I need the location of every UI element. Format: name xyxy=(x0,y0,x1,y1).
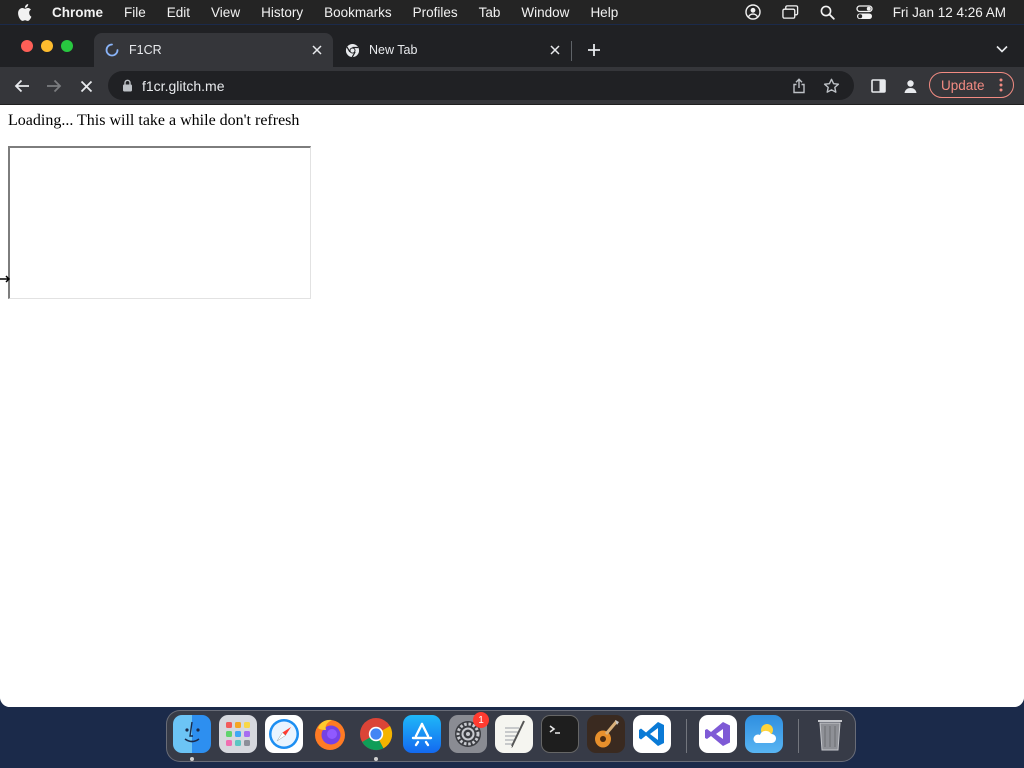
forward-arrow-icon[interactable] xyxy=(43,75,65,97)
terminal-icon[interactable] xyxy=(541,715,579,753)
dock-separator xyxy=(798,719,799,753)
menu-help[interactable]: Help xyxy=(590,5,618,20)
window-minimize-button[interactable] xyxy=(41,40,53,52)
menu-bookmarks[interactable]: Bookmarks xyxy=(324,5,392,20)
share-icon[interactable] xyxy=(790,77,808,95)
chrome-window: F1CR New Tab f1cr.glitch.me Update Loadi… xyxy=(0,25,1024,707)
user-account-icon[interactable] xyxy=(745,4,762,21)
safari-icon[interactable] xyxy=(265,715,303,753)
notification-badge: 1 xyxy=(473,712,489,728)
close-tab-icon[interactable] xyxy=(309,42,325,58)
menu-view[interactable]: View xyxy=(211,5,240,20)
menu-edit[interactable]: Edit xyxy=(167,5,190,20)
tab-title: F1CR xyxy=(129,43,162,57)
address-bar-url[interactable]: f1cr.glitch.me xyxy=(142,78,790,94)
chrome-icon xyxy=(344,42,360,58)
firefox-icon[interactable] xyxy=(311,715,349,753)
macos-dock: 1 xyxy=(166,710,856,762)
spotlight-search-icon[interactable] xyxy=(819,4,836,21)
menu-window[interactable]: Window xyxy=(521,5,569,20)
tab-new-tab[interactable]: New Tab xyxy=(334,33,571,67)
tab-divider xyxy=(571,41,572,61)
address-bar[interactable]: f1cr.glitch.me xyxy=(108,71,854,100)
profile-icon[interactable] xyxy=(899,75,921,97)
browser-toolbar: f1cr.glitch.me Update xyxy=(0,67,1024,105)
running-indicator xyxy=(190,757,194,761)
embedded-iframe[interactable] xyxy=(8,146,311,299)
macos-menu-bar: Chrome File Edit View History Bookmarks … xyxy=(0,0,1024,24)
tab-strip: F1CR New Tab xyxy=(0,25,1024,67)
tab-f1cr[interactable]: F1CR xyxy=(94,33,333,67)
side-panel-icon[interactable] xyxy=(867,75,889,97)
dock-separator xyxy=(686,719,687,753)
screen-mirroring-icon[interactable] xyxy=(781,4,799,21)
weather-icon[interactable] xyxy=(745,715,783,753)
back-arrow-icon[interactable] xyxy=(11,75,33,97)
tab-search-chevron-icon[interactable] xyxy=(994,41,1010,57)
menu-bar-clock[interactable]: Fri Jan 12 4:26 AM xyxy=(893,5,1006,20)
app-store-icon[interactable] xyxy=(403,715,441,753)
visual-studio-icon[interactable] xyxy=(699,715,737,753)
window-zoom-button[interactable] xyxy=(61,40,73,52)
app-menu-chrome[interactable]: Chrome xyxy=(52,5,103,20)
loading-message: Loading... This will take a while don't … xyxy=(8,112,300,129)
new-tab-plus-icon[interactable] xyxy=(584,40,604,60)
bookmark-star-icon[interactable] xyxy=(822,77,840,95)
lock-icon[interactable] xyxy=(120,79,134,93)
resize-cursor-icon xyxy=(0,275,10,283)
window-close-button[interactable] xyxy=(21,40,33,52)
finder-icon[interactable] xyxy=(173,715,211,753)
stop-loading-icon[interactable] xyxy=(75,75,97,97)
update-button[interactable]: Update xyxy=(929,72,1014,98)
loading-spinner-icon xyxy=(104,42,120,58)
control-center-icon[interactable] xyxy=(856,4,873,21)
menu-file[interactable]: File xyxy=(124,5,146,20)
menu-history[interactable]: History xyxy=(261,5,303,20)
apple-menu-icon[interactable] xyxy=(18,3,36,21)
textedit-icon[interactable] xyxy=(495,715,533,753)
trash-icon[interactable] xyxy=(811,715,849,753)
more-options-kebab-icon[interactable] xyxy=(995,77,1007,93)
web-page-content: Loading... This will take a while don't … xyxy=(0,105,1024,707)
menu-tab[interactable]: Tab xyxy=(479,5,501,20)
update-button-label: Update xyxy=(941,77,985,93)
visual-studio-code-icon[interactable] xyxy=(633,715,671,753)
menu-profiles[interactable]: Profiles xyxy=(413,5,458,20)
close-tab-icon[interactable] xyxy=(547,42,563,58)
google-chrome-icon[interactable] xyxy=(357,715,395,753)
garageband-icon[interactable] xyxy=(587,715,625,753)
tab-title: New Tab xyxy=(369,43,418,57)
menu-bar-status-area: Fri Jan 12 4:26 AM xyxy=(745,0,1006,24)
running-indicator xyxy=(374,757,378,761)
launchpad-icon[interactable] xyxy=(219,715,257,753)
